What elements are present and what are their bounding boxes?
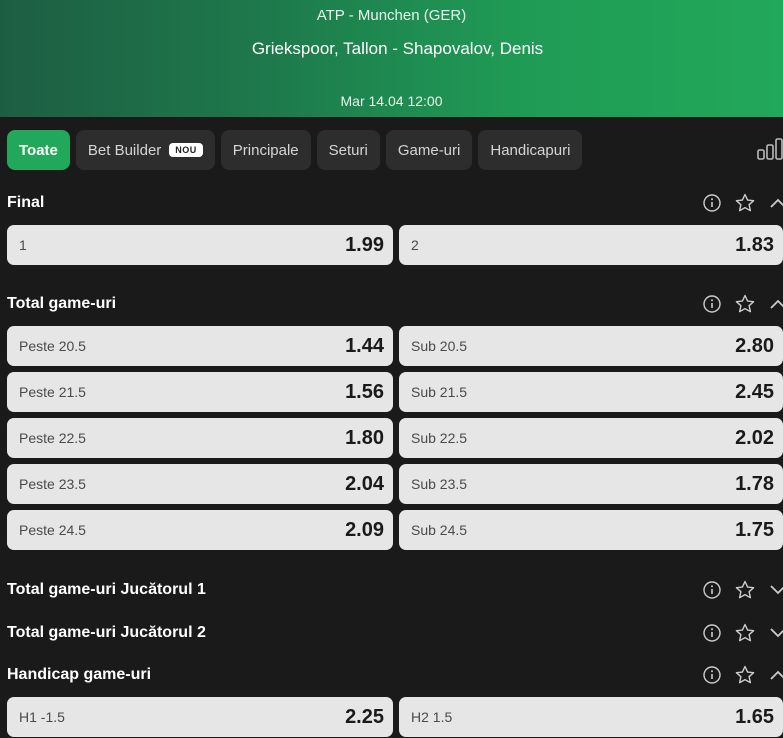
outcome-label: Sub 23.5 [411,476,468,492]
odd-value: 2.25 [345,705,384,728]
outcome-label: Peste 23.5 [19,476,86,492]
section-actions [702,193,783,213]
odd-value: 2.04 [345,472,384,495]
odd-button[interactable]: Sub 22.5 2.02 [399,418,783,458]
odd-button[interactable]: Peste 24.5 2.09 [7,510,393,550]
odd-value: 1.78 [735,472,774,495]
section-title-total-player2[interactable]: Total game-uri Jucătorul 2 [7,624,206,642]
odd-value: 1.65 [735,705,774,728]
odd-value: 1.75 [735,518,774,541]
chevron-up-icon[interactable] [768,665,783,685]
tab-label: Handicapuri [490,141,571,159]
outcome-label: Sub 21.5 [411,384,468,400]
info-icon[interactable] [702,665,722,685]
info-icon[interactable] [702,623,722,643]
odd-button[interactable]: Peste 20.5 1.44 [7,326,393,366]
new-badge: NOU [169,143,203,157]
outcome-label: Peste 21.5 [19,384,86,400]
section-actions [702,623,783,643]
odd-button[interactable]: Sub 23.5 1.78 [399,464,783,504]
match-date: Mar 14.04 12:00 [340,93,443,109]
section-title-final[interactable]: Final [7,194,44,212]
match-title: Griekspoor, Tallon - Shapovalov, Denis [251,39,544,58]
chevron-up-icon[interactable] [768,294,783,314]
outcome-label: Peste 24.5 [19,522,86,538]
outcome-label: 1 [19,237,27,253]
outcome-label: Sub 20.5 [411,338,468,354]
outcome-label: H1 -1.5 [19,709,65,725]
odd-button[interactable]: 1 1.99 [7,225,393,265]
outcome-label: Peste 20.5 [19,338,86,354]
odd-button[interactable]: Peste 23.5 2.04 [7,464,393,504]
outcome-label: 2 [411,237,419,253]
tab-game-uri[interactable]: Game-uri [385,130,473,170]
odd-button[interactable]: Sub 20.5 2.80 [399,326,783,366]
star-icon[interactable] [735,193,755,213]
odd-button[interactable]: Sub 24.5 1.75 [399,510,783,550]
odd-value: 2.80 [735,334,774,357]
outcome-label: H2 1.5 [411,709,453,725]
outcome-label: Peste 22.5 [19,430,86,446]
chevron-down-icon[interactable] [768,580,783,600]
tab-toate[interactable]: Toate [7,130,70,170]
tab-label: Bet Builder [87,141,162,159]
odd-value: 1.56 [345,380,384,403]
section-actions [702,580,783,600]
odd-button[interactable]: 2 1.83 [399,225,783,265]
odd-button[interactable]: Sub 21.5 2.45 [399,372,783,412]
tab-label: Principale [232,141,299,159]
odd-value: 1.44 [345,334,384,357]
star-icon[interactable] [735,665,755,685]
bar-chart-icon[interactable] [757,138,783,160]
tab-principale[interactable]: Principale [220,130,311,170]
tab-seturi[interactable]: Seturi [316,130,380,170]
odd-button[interactable]: Peste 21.5 1.56 [7,372,393,412]
star-icon[interactable] [735,294,755,314]
odd-button[interactable]: Peste 22.5 1.80 [7,418,393,458]
odd-value: 2.09 [345,518,384,541]
odd-value: 1.80 [345,426,384,449]
market-tabs: Toate Bet Builder NOU Principale Seturi G… [7,130,583,170]
info-icon[interactable] [702,580,722,600]
section-title-handicap-game-uri[interactable]: Handicap game-uri [7,666,151,684]
section-title-total-player1[interactable]: Total game-uri Jucătorul 1 [7,581,206,599]
tab-label: Game-uri [397,141,461,159]
star-icon[interactable] [735,623,755,643]
odd-button[interactable]: H2 1.5 1.65 [399,697,783,737]
chevron-down-icon[interactable] [768,623,783,643]
tab-label: Seturi [328,141,368,159]
odd-value: 2.02 [735,426,774,449]
info-icon[interactable] [702,193,722,213]
outcome-label: Sub 24.5 [411,522,468,538]
section-title-total-game-uri[interactable]: Total game-uri [7,295,116,313]
odd-value: 1.83 [735,233,774,256]
odd-value: 1.99 [345,233,384,256]
tab-handicapuri[interactable]: Handicapuri [478,130,583,170]
odd-button[interactable]: H1 -1.5 2.25 [7,697,393,737]
outcome-label: Sub 22.5 [411,430,468,446]
star-icon[interactable] [735,580,755,600]
section-actions [702,294,783,314]
event-header: ATP - Munchen (GER) Griekspoor, Tallon -… [0,0,783,117]
tab-bet-builder[interactable]: Bet Builder NOU [75,130,215,170]
tab-label: Toate [19,141,58,159]
section-actions [702,665,783,685]
odd-value: 2.45 [735,380,774,403]
chevron-up-icon[interactable] [768,193,783,213]
league-name: ATP - Munchen (GER) [316,7,467,24]
info-icon[interactable] [702,294,722,314]
